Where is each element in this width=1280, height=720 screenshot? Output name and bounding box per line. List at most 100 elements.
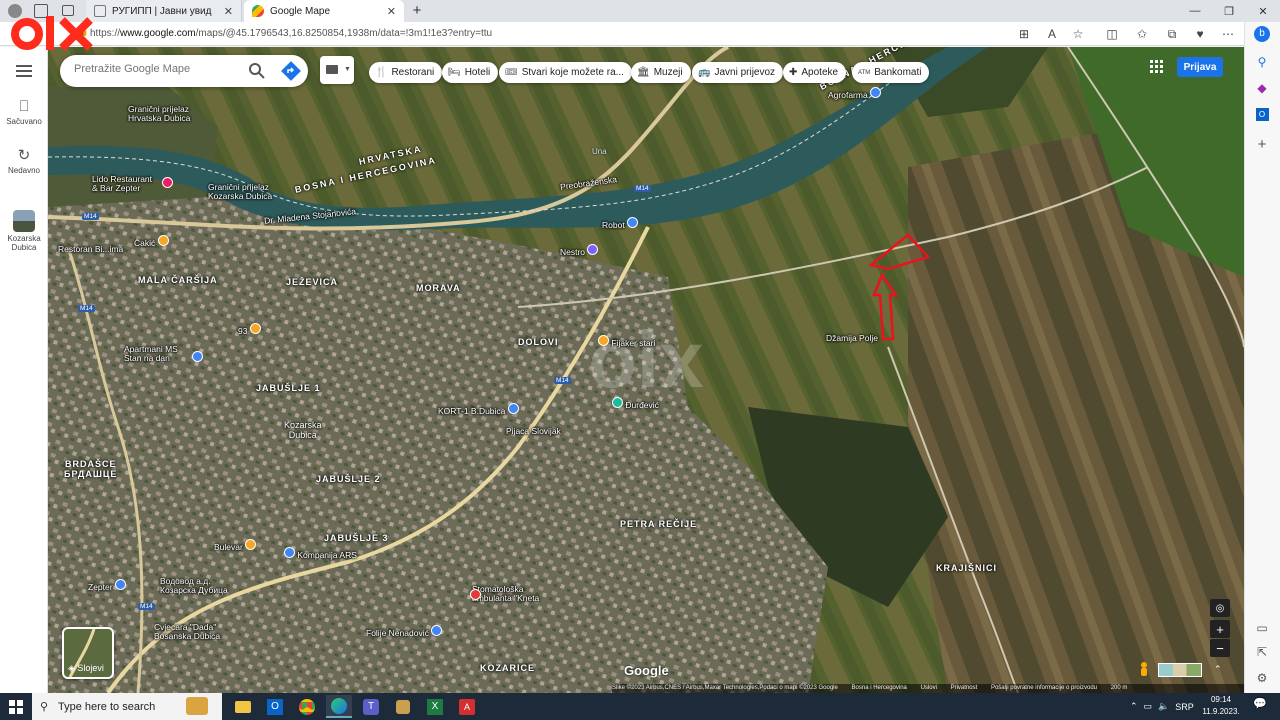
map-label-bulevar[interactable]: Bulevar bbox=[214, 539, 257, 552]
tab-rugipp[interactable]: РУГИПП | Јавни увид ✕ bbox=[86, 0, 242, 22]
satellite-map[interactable]: olx Agrofarma Granični prijelaz Hrvatska… bbox=[48, 47, 1244, 693]
chip-restaurants[interactable]: 🍴 Restorani bbox=[369, 62, 443, 83]
map-label-cakic[interactable]: Čakić bbox=[134, 235, 169, 248]
chrome-icon[interactable] bbox=[294, 695, 320, 718]
map-label-granicni-ba[interactable]: Granični prijelaz Kozarska Dubica bbox=[208, 183, 272, 201]
map-label-robot[interactable]: Robot bbox=[602, 217, 639, 230]
map-label-durdevic[interactable]: Đurđević bbox=[612, 397, 659, 410]
notifications-icon[interactable]: 💬 bbox=[1252, 697, 1268, 715]
map-label-apartmani[interactable]: Apartmani MS Stan na dan bbox=[124, 345, 178, 363]
menu-icon[interactable] bbox=[16, 64, 32, 77]
medical-pin-icon[interactable] bbox=[470, 589, 481, 600]
edge-icon[interactable] bbox=[326, 695, 352, 718]
settings-gear-icon[interactable]: ⚙ bbox=[1252, 668, 1272, 688]
rail-recent[interactable]: ↻ Nedavno bbox=[0, 146, 48, 175]
chevron-up-icon[interactable]: ⌃ bbox=[1130, 701, 1138, 712]
chevron-up-icon[interactable]: ⌃ bbox=[1214, 664, 1222, 675]
plus-icon[interactable]: + bbox=[408, 2, 426, 20]
zoom-out-button[interactable]: − bbox=[1210, 639, 1230, 657]
search-sidebar-icon[interactable]: ⚲ bbox=[1252, 52, 1272, 72]
map-label-zepter[interactable]: Zepter bbox=[88, 579, 126, 592]
map-label-granicni-hr[interactable]: Granični prijelaz Hrvatska Dubica bbox=[128, 105, 190, 123]
chip-things-to-do[interactable]: 🎟 Stvari koje možete ra... bbox=[499, 62, 632, 83]
shopping-icon[interactable]: ◆ bbox=[1252, 78, 1272, 98]
hotel-pin-icon[interactable] bbox=[192, 349, 203, 367]
close-icon[interactable]: ✕ bbox=[387, 5, 396, 18]
language-indicator[interactable]: SRP bbox=[1175, 702, 1194, 712]
map-label-lido[interactable]: Lido Restaurant & Bar Zepter bbox=[92, 175, 152, 193]
taskbar-clock[interactable]: 09:14 11.9.2023. bbox=[1198, 694, 1244, 718]
network-icon[interactable]: ▭ bbox=[1144, 701, 1153, 712]
terms-link[interactable]: Uslovi bbox=[921, 685, 937, 691]
zoom-in-button[interactable]: + bbox=[1210, 620, 1230, 638]
url-field[interactable]: https://www.google.com/maps/@45.1796543,… bbox=[90, 25, 1000, 43]
search-icon[interactable] bbox=[248, 62, 266, 80]
map-label-restoran[interactable]: Restoran Bi...ima bbox=[58, 245, 123, 254]
feedback-link[interactable]: Pošalji povratne informacije o proizvodu bbox=[991, 685, 1097, 691]
map-label-nestro[interactable]: Nestro bbox=[560, 244, 599, 257]
map-label-kort[interactable]: KORT-1 B.Dubica bbox=[438, 403, 519, 416]
label-text: Apartmani MS Stan na dan bbox=[124, 344, 178, 363]
scale-bar[interactable]: 200 m bbox=[1111, 685, 1128, 691]
browser-essentials-icon[interactable]: ♥ bbox=[1190, 25, 1210, 43]
add-sidebar-icon[interactable]: + bbox=[1252, 134, 1272, 154]
chip-hotels[interactable]: 🛏 Hoteli bbox=[442, 62, 499, 83]
favorite-star-icon[interactable]: ☆ bbox=[1068, 25, 1088, 43]
map-label-cvjecara[interactable]: Cvjecara "Dada" Bosanska Dubica bbox=[154, 623, 220, 641]
acrobat-icon[interactable]: A bbox=[454, 695, 480, 718]
map-label-folije[interactable]: Folije Nenadović bbox=[366, 625, 443, 638]
search-input[interactable] bbox=[74, 63, 244, 75]
bag-icon[interactable] bbox=[390, 695, 416, 718]
rail-saved[interactable]: ⎕ Sačuvano bbox=[0, 98, 48, 126]
external-link-icon[interactable]: ⇱ bbox=[1252, 642, 1272, 662]
map-label-kompanija[interactable]: Kompanija ARS bbox=[284, 547, 357, 560]
more-menu-icon[interactable]: ⋯ bbox=[1218, 25, 1238, 43]
folder-icon[interactable] bbox=[230, 695, 256, 718]
chip-label: Muzeji bbox=[653, 67, 683, 78]
app-available-icon[interactable]: ⊞ bbox=[1014, 25, 1034, 43]
briefcase-icon[interactable] bbox=[186, 697, 208, 715]
rail-place-kozarska[interactable]: Kozarska Dubica bbox=[0, 210, 48, 252]
collections-icon[interactable]: ⧉ bbox=[1162, 25, 1182, 43]
windows-start-icon[interactable] bbox=[0, 693, 32, 720]
sign-in-button[interactable]: Prijava bbox=[1177, 57, 1223, 77]
map-label-stomatoloska[interactable]: Stomatološka ambulanta "Kneta bbox=[472, 585, 539, 603]
favorites-icon[interactable]: ✩ bbox=[1132, 25, 1152, 43]
close-icon[interactable]: ✕ bbox=[224, 5, 233, 18]
map-label-93[interactable]: 93 bbox=[238, 323, 261, 336]
map-type-toggle[interactable]: ▼ bbox=[320, 56, 354, 84]
directions-icon[interactable] bbox=[281, 61, 301, 81]
chip-atms[interactable]: ATM Bankomati bbox=[852, 62, 930, 83]
chip-pharmacies[interactable]: ✚ Apoteke bbox=[783, 62, 847, 83]
outlook-icon[interactable]: O bbox=[262, 695, 288, 718]
region-link[interactable]: Bosna i Hercegovina bbox=[852, 685, 907, 691]
map-label-dzamija[interactable]: Džamija Polje bbox=[826, 334, 878, 343]
maps-search-box[interactable] bbox=[60, 55, 308, 87]
chip-transit[interactable]: 🚌 Javni prijevoz bbox=[692, 62, 784, 83]
outlook-sidebar-icon[interactable]: O bbox=[1252, 104, 1272, 124]
teams-icon[interactable]: T bbox=[358, 695, 384, 718]
bing-icon[interactable]: b bbox=[1252, 24, 1272, 44]
minimize-icon[interactable]: — bbox=[1178, 0, 1212, 22]
map-label-pijaca[interactable]: Pijaca Slovijak bbox=[506, 427, 561, 436]
privacy-link[interactable]: Privatnost bbox=[951, 685, 978, 691]
google-apps-icon[interactable] bbox=[1150, 60, 1164, 74]
area-jabuslje-3: JABUŠLJE 3 bbox=[324, 533, 389, 543]
tab-google-maps[interactable]: Google Mape ✕ bbox=[244, 0, 404, 22]
volume-icon[interactable]: 🔈 bbox=[1158, 701, 1169, 712]
excel-icon[interactable]: X bbox=[422, 695, 448, 718]
my-location-icon[interactable]: ◎ bbox=[1210, 599, 1230, 617]
split-screen-icon[interactable]: ◫ bbox=[1102, 25, 1122, 43]
pegman-icon[interactable] bbox=[1138, 662, 1150, 678]
map-label-agrofarma[interactable]: Agrofarma bbox=[828, 87, 882, 100]
read-aloud-icon[interactable]: A bbox=[1042, 25, 1062, 43]
sidebar-toggle-icon[interactable]: ▭ bbox=[1252, 618, 1272, 638]
close-window-icon[interactable]: ✕ bbox=[1246, 0, 1280, 22]
restore-icon[interactable]: ❐ bbox=[1212, 0, 1246, 22]
chip-museums[interactable]: 🏛 Muzeji bbox=[631, 62, 691, 83]
map-label-fijaker[interactable]: Fijaker stari bbox=[598, 335, 655, 348]
imagery-strip[interactable] bbox=[1158, 663, 1202, 677]
bar-pin-icon[interactable] bbox=[162, 177, 173, 188]
map-label-vodovod[interactable]: Водовод а.д. Козарска Дубица bbox=[160, 577, 228, 595]
area-jabuslje-1: JABUŠLJE 1 bbox=[256, 383, 321, 393]
